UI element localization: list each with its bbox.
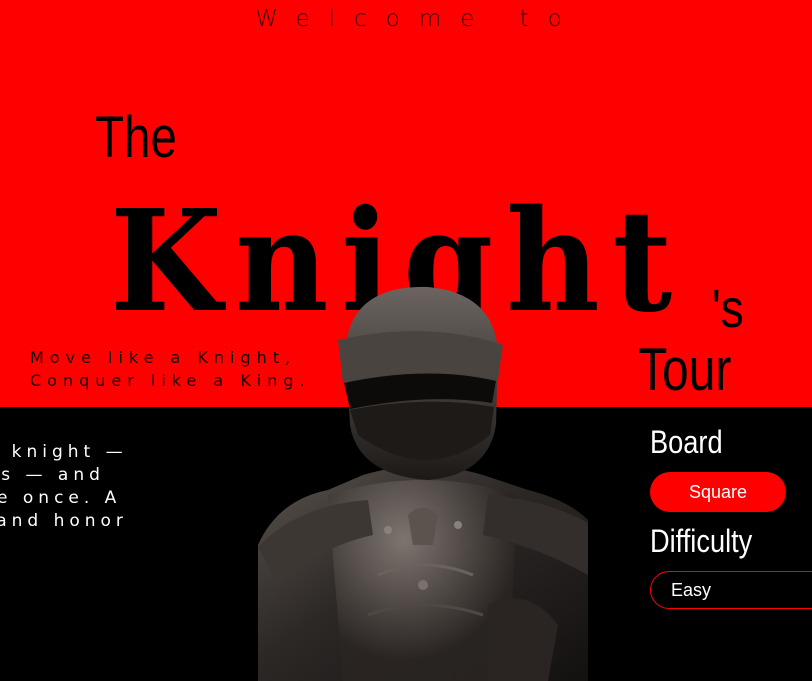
difficulty-select[interactable]: Easy [650,571,812,609]
intro-line-3: are once. A [0,488,122,508]
intro-line-4: g and honor [0,511,128,531]
intro-text: ue knight — eps — and are once. A g and … [0,441,260,533]
knight-armor-image [258,286,588,681]
title-the: The [95,105,177,170]
title-possessive: 's [712,279,744,339]
title-tour: Tour [638,336,732,403]
board-label: Board [650,424,723,460]
page: Welcome to The Knight 's Tour Move like … [0,0,812,681]
welcome-text: Welcome to [255,6,581,32]
intro-line-1: ue knight — [0,442,128,462]
intro-line-2: eps — and [0,465,105,485]
board-square-button[interactable]: Square [650,472,786,512]
difficulty-label: Difficulty [650,523,753,559]
